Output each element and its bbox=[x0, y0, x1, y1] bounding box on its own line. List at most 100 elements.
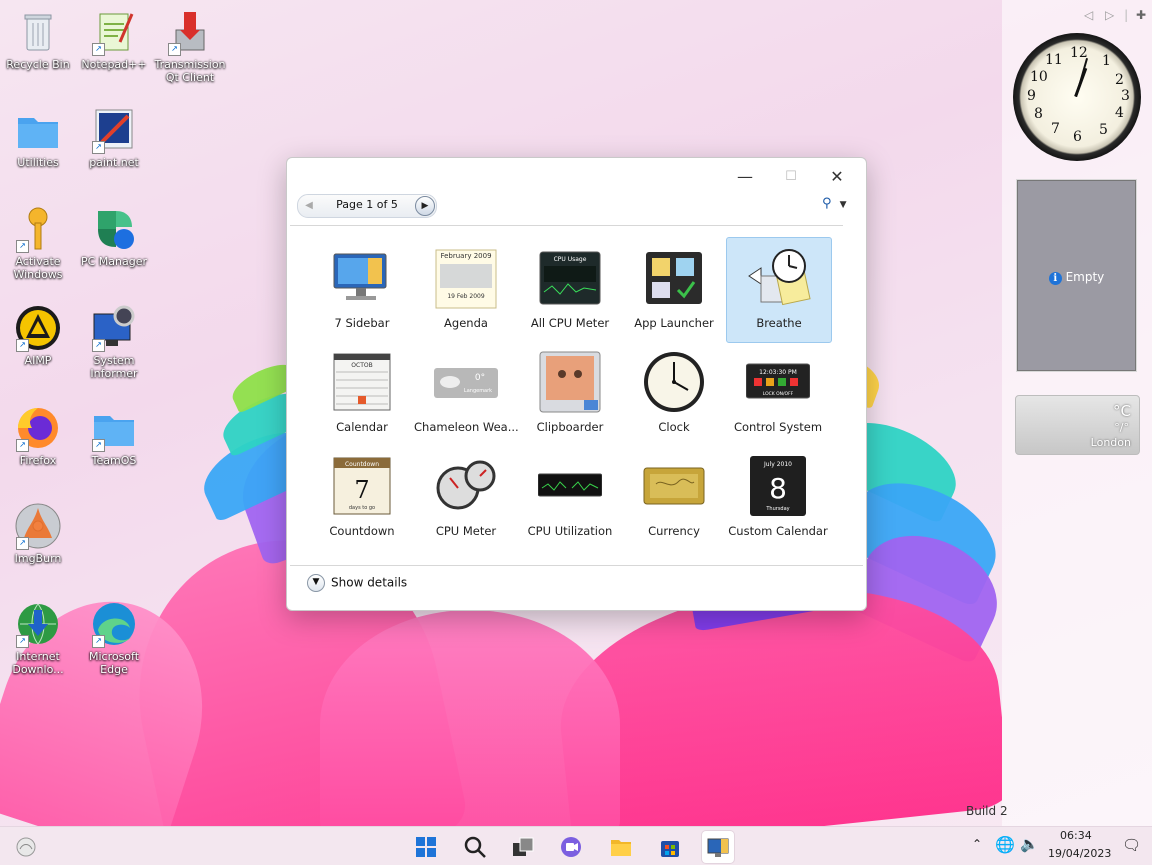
clock-date[interactable]: 19/04/2023 bbox=[1048, 847, 1111, 860]
microsoft-store-button[interactable] bbox=[654, 831, 686, 863]
chameleon-city-text: Langemark bbox=[464, 388, 492, 394]
desktop-icon-label: paint.net bbox=[89, 156, 139, 169]
desktop-icon-internet-download-manager[interactable]: ↗ Internet Downlo... bbox=[0, 600, 76, 676]
desktop-icon-firefox[interactable]: ↗ Firefox bbox=[0, 404, 76, 467]
system-informer-icon: ↗ bbox=[90, 304, 138, 352]
gadget-label: Currency bbox=[648, 524, 700, 538]
windows-logo-icon bbox=[416, 837, 436, 857]
currency-icon bbox=[642, 454, 706, 518]
clipboarder-icon bbox=[538, 350, 602, 414]
weather-gadget[interactable]: °C °/° London bbox=[1015, 395, 1140, 455]
volume-muted-icon[interactable]: 🔈 bbox=[1020, 835, 1039, 853]
desktop-icon-label: Firefox bbox=[19, 454, 57, 467]
gadget-all-cpu-meter[interactable]: CPU Usage All CPU Meter bbox=[518, 238, 622, 342]
shortcut-arrow-icon: ↗ bbox=[92, 635, 105, 648]
gadget-label: Clipboarder bbox=[536, 420, 604, 434]
teams-chat-button[interactable] bbox=[555, 831, 587, 863]
widgets-icon bbox=[16, 837, 36, 857]
gadget-currency[interactable]: Currency bbox=[622, 446, 726, 550]
countdown-number-text: 7 bbox=[354, 476, 369, 504]
chevron-down-icon: ▼ bbox=[307, 574, 325, 592]
search-icon bbox=[464, 836, 486, 858]
desktop-icon-imgburn[interactable]: ↗ ImgBurn bbox=[0, 502, 76, 565]
gadget-7-sidebar[interactable]: 7 Sidebar bbox=[310, 238, 414, 342]
minimize-button[interactable]: — bbox=[722, 162, 768, 190]
clock-minute-hand bbox=[1075, 57, 1089, 97]
add-gadget-icon[interactable]: ✚ bbox=[1136, 8, 1146, 22]
file-explorer-button[interactable] bbox=[605, 831, 637, 863]
gadget-label: Breathe bbox=[756, 316, 802, 330]
gadget-agenda[interactable]: February 2009 19 Feb 2009 Agenda bbox=[414, 238, 518, 342]
aimp-icon: ↗ bbox=[14, 304, 62, 352]
gadgets-button[interactable] bbox=[702, 831, 734, 863]
gadget-cpu-meter[interactable]: CPU Meter bbox=[414, 446, 518, 550]
breathe-icon bbox=[747, 246, 811, 310]
clock-number: 2 bbox=[1115, 72, 1124, 88]
gadget-clock[interactable]: Clock bbox=[622, 342, 726, 446]
task-view-button[interactable] bbox=[507, 831, 539, 863]
desktop-icon-activate-windows[interactable]: ↗ Activate Windows bbox=[0, 205, 76, 281]
transmission-icon: ↗ bbox=[166, 8, 214, 56]
desktop-icon-pc-manager[interactable]: PC Manager bbox=[76, 205, 152, 268]
gadget-chameleon-weather[interactable]: 0° Langemark Chameleon Wea... bbox=[414, 342, 518, 446]
gadget-gallery-window: — ☐ ✕ ◀ Page 1 of 5 ▶ ⚲ ▼ 7 Sidebar Febr… bbox=[286, 157, 867, 611]
desktop-icon-microsoft-edge[interactable]: ↗ Microsoft Edge bbox=[76, 600, 152, 676]
gadget-custom-calendar[interactable]: July 2010 8 Thursday Custom Calendar bbox=[726, 446, 830, 550]
desktop-icon-paint-net[interactable]: ↗ paint.net bbox=[76, 106, 152, 169]
clock-time[interactable]: 06:34 bbox=[1060, 829, 1092, 842]
shortcut-arrow-icon: ↗ bbox=[16, 635, 29, 648]
gadget-label: Chameleon Wea... bbox=[414, 420, 518, 434]
desktop-icon-aimp[interactable]: ↗ AIMP bbox=[0, 304, 76, 367]
widgets-button[interactable] bbox=[10, 831, 42, 863]
custom-calendar-icon: July 2010 8 Thursday bbox=[746, 454, 810, 518]
control-time-text: 12:03:30 PM bbox=[759, 369, 797, 376]
gadget-countdown[interactable]: Countdown 7 days to go Countdown bbox=[310, 446, 414, 550]
countdown-sub-text: days to go bbox=[349, 505, 375, 511]
network-icon[interactable]: 🌐 bbox=[995, 835, 1015, 854]
clock-gadget[interactable]: 12 1 2 3 4 5 6 7 8 9 10 11 bbox=[1013, 33, 1141, 161]
desktop-icon-label: System Informer bbox=[90, 354, 138, 380]
desktop-icon-recycle-bin[interactable]: Recycle Bin bbox=[0, 8, 76, 71]
weather-city: London bbox=[1090, 436, 1131, 449]
gadget-breathe[interactable]: Breathe bbox=[726, 237, 832, 343]
gadget-clipboarder[interactable]: Clipboarder bbox=[518, 342, 622, 446]
desktop-icon-transmission[interactable]: ↗ Transmission Qt Client bbox=[152, 8, 228, 84]
search-button[interactable] bbox=[459, 831, 491, 863]
build-watermark: Build 2 bbox=[966, 804, 1008, 818]
calendar-month-text: OCTOB bbox=[351, 362, 372, 369]
show-details-button[interactable]: ▼ Show details bbox=[307, 574, 407, 592]
show-details-label: Show details bbox=[331, 575, 408, 590]
empty-gadget[interactable]: i Empty bbox=[1016, 179, 1137, 372]
next-icon[interactable]: ▷ bbox=[1105, 8, 1114, 22]
maximize-button[interactable]: ☐ bbox=[768, 162, 814, 190]
desktop-icon-notepad-plus-plus[interactable]: ↗ Notepad++ bbox=[76, 8, 152, 71]
control-system-icon: 12:03:30 PM LOCK ON/OFF bbox=[745, 350, 811, 414]
desktop-icon-teamos[interactable]: ↗ TeamOS bbox=[76, 404, 152, 467]
gadget-label: All CPU Meter bbox=[530, 316, 610, 330]
start-button[interactable] bbox=[410, 831, 442, 863]
desktop-icon-label: AIMP bbox=[24, 354, 52, 367]
previous-icon[interactable]: ◁ bbox=[1084, 8, 1093, 22]
gadget-label: CPU Meter bbox=[435, 524, 497, 538]
clock-number: 9 bbox=[1027, 88, 1036, 104]
gadget-app-launcher[interactable]: App Launcher bbox=[622, 238, 726, 342]
desktop-icon-system-informer[interactable]: ↗ System Informer bbox=[76, 304, 152, 380]
desktop-icon-utilities[interactable]: Utilities bbox=[0, 106, 76, 169]
shortcut-arrow-icon: ↗ bbox=[92, 439, 105, 452]
clock-number: 4 bbox=[1115, 105, 1124, 121]
gadget-cpu-utilization[interactable]: CPU Utilization bbox=[518, 446, 622, 550]
countdown-icon: Countdown 7 days to go bbox=[330, 454, 394, 518]
notepad-plus-plus-icon: ↗ bbox=[90, 8, 138, 56]
pc-manager-icon bbox=[90, 205, 138, 253]
show-hidden-icons-button[interactable]: ⌃ bbox=[972, 837, 982, 851]
close-button[interactable]: ✕ bbox=[814, 162, 860, 190]
gadgets-monitor-icon bbox=[707, 838, 729, 857]
search-button[interactable]: ⚲ ▼ bbox=[822, 196, 856, 214]
custom-calendar-month-text: July 2010 bbox=[763, 461, 792, 468]
notifications-icon[interactable]: 🗨 bbox=[1122, 836, 1141, 854]
gadget-calendar[interactable]: OCTOB Calendar bbox=[310, 342, 414, 446]
search-icon: ⚲ bbox=[822, 196, 832, 211]
next-page-button[interactable]: ▶ bbox=[415, 196, 435, 216]
gadget-label: Agenda bbox=[444, 316, 488, 330]
gadget-control-system[interactable]: 12:03:30 PM LOCK ON/OFF Control System bbox=[726, 342, 830, 446]
